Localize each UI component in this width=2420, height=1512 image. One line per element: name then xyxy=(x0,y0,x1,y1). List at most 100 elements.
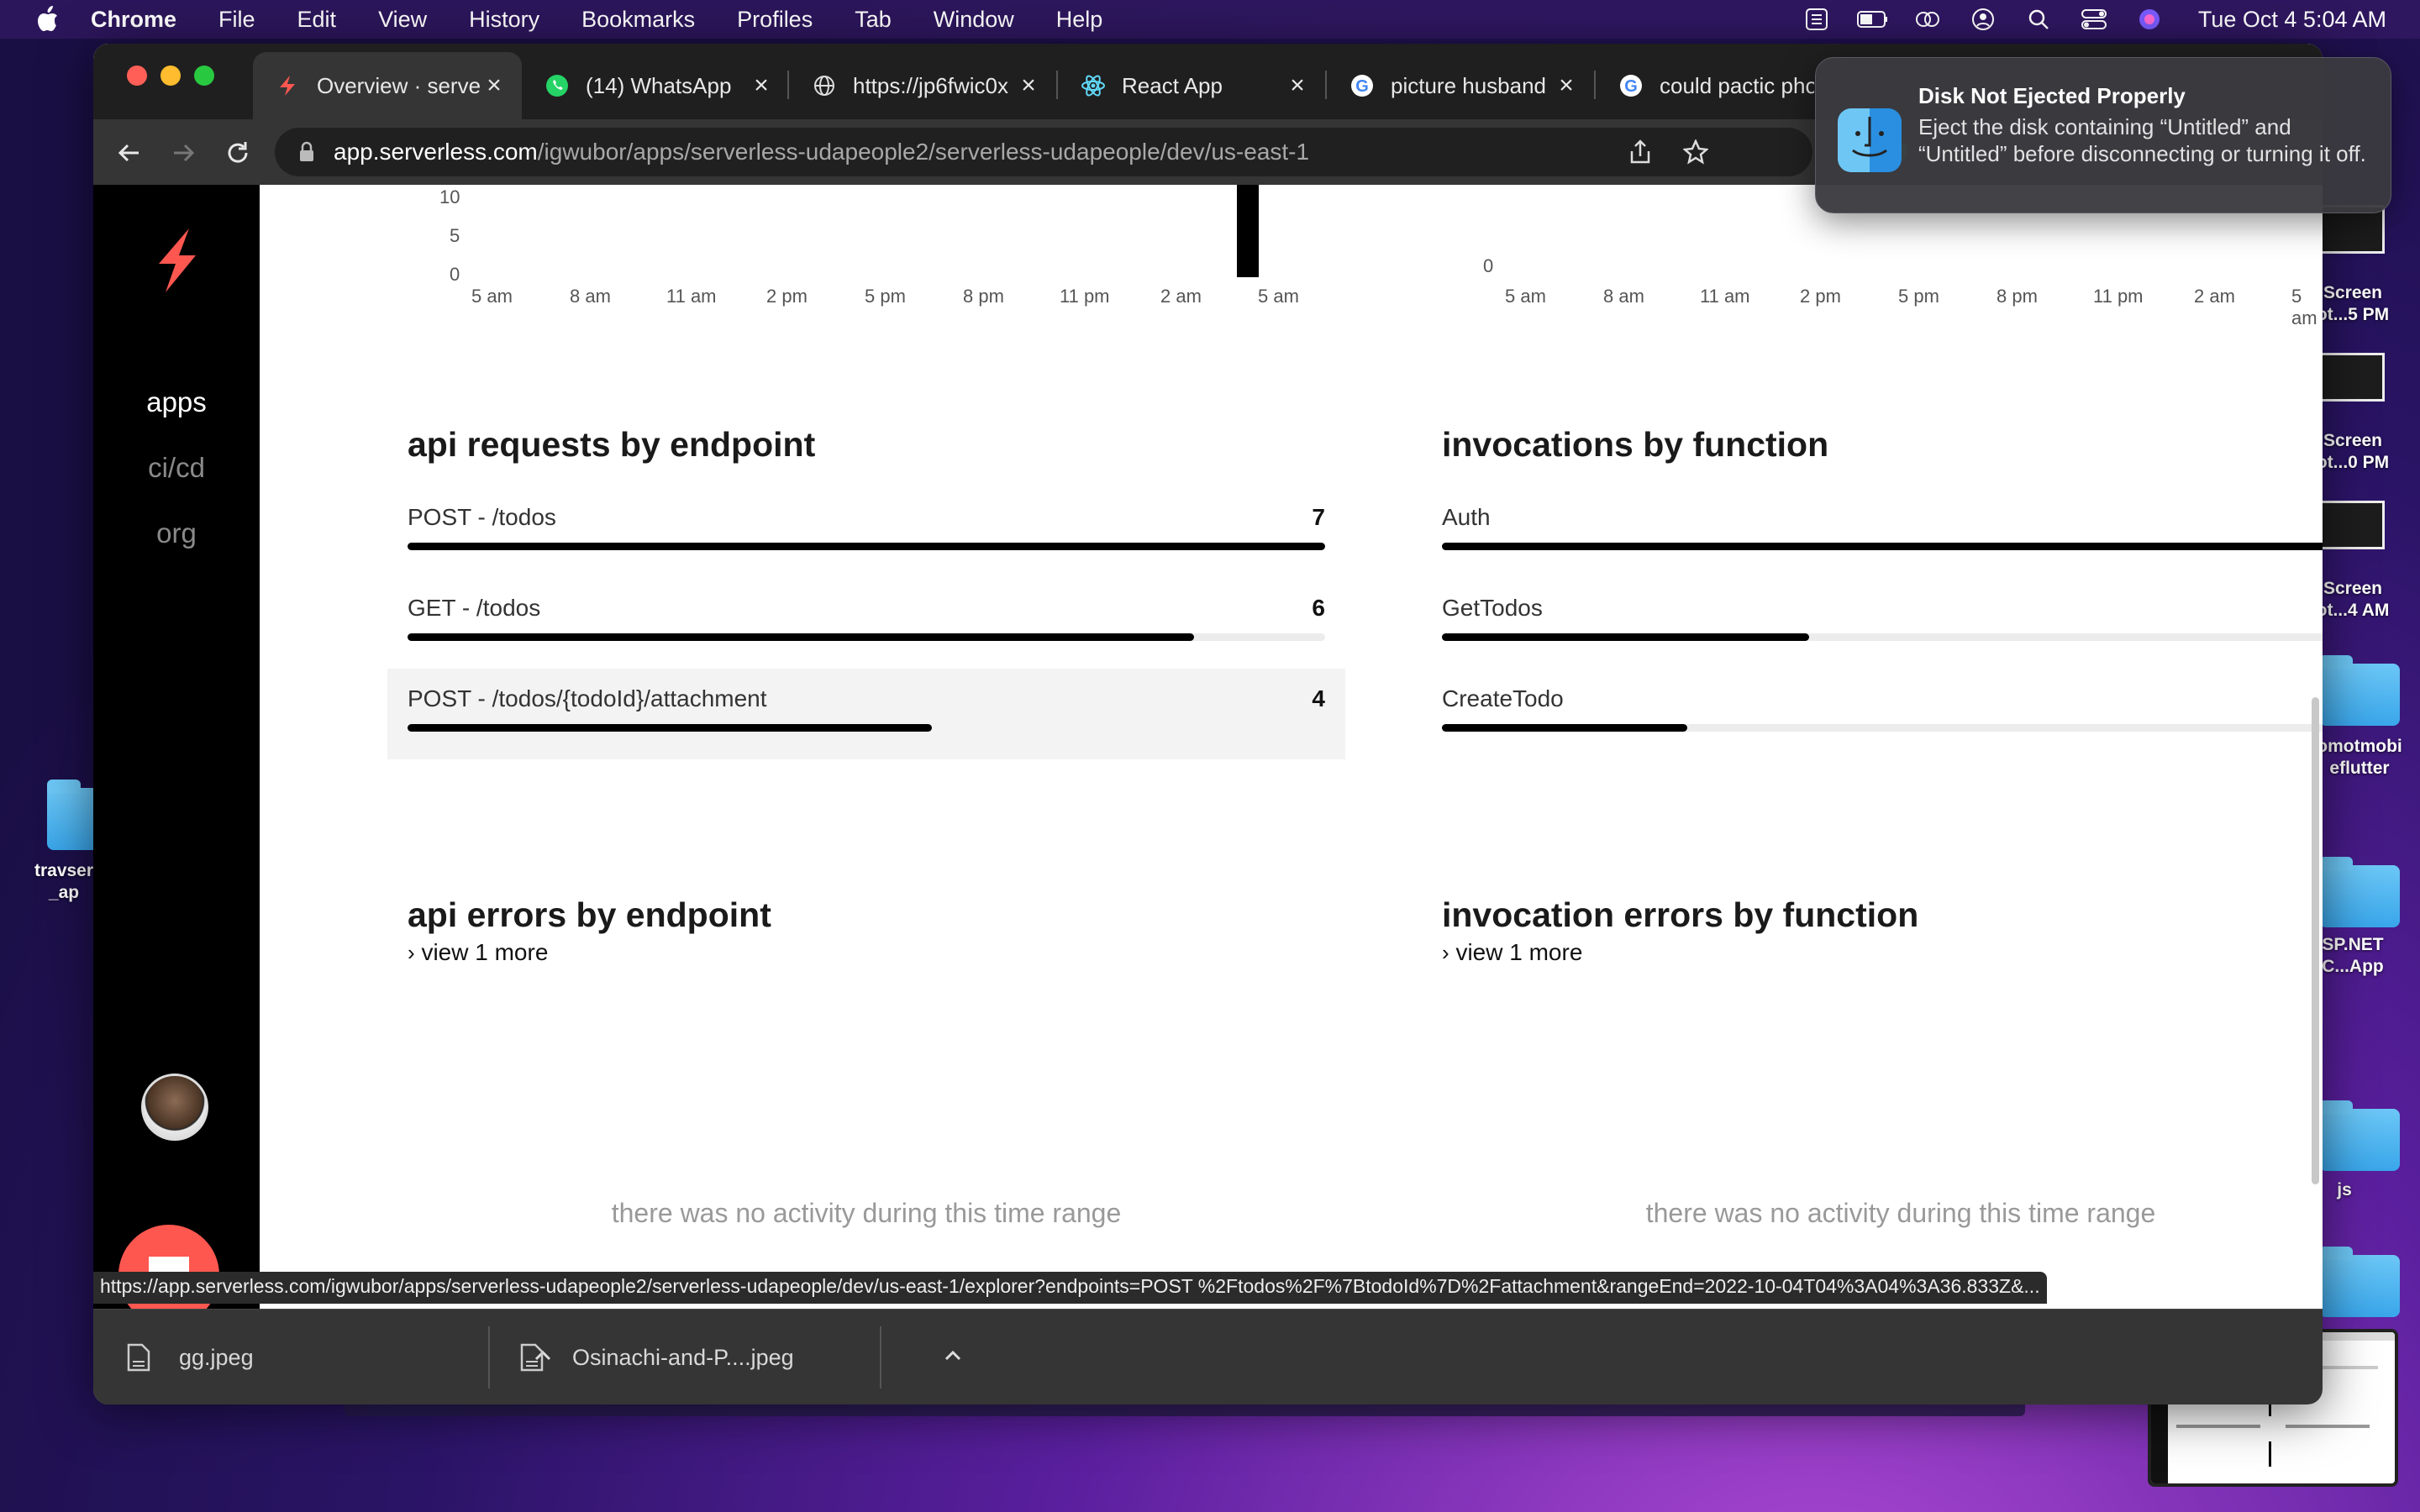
close-tab-icon[interactable]: × xyxy=(1554,73,1579,98)
menu-view[interactable]: View xyxy=(378,7,427,33)
search-icon[interactable] xyxy=(2023,7,2054,32)
share-icon[interactable] xyxy=(1626,138,1655,166)
function-row[interactable]: Auth 15 xyxy=(1442,487,2323,578)
desktop-folder-label[interactable]: omotmobi eflutter xyxy=(2309,736,2410,780)
progress-fill xyxy=(408,543,1325,550)
function-row[interactable]: CreateTodo 4 xyxy=(1442,669,2323,759)
lock-icon[interactable] xyxy=(298,140,318,164)
desktop-screenshot-thumb[interactable] xyxy=(2316,501,2385,549)
endpoint-row[interactable]: GET - /todos 6 xyxy=(408,578,1325,669)
x-tick: 5 am xyxy=(2291,286,2317,328)
desktop-folder-icon[interactable] xyxy=(2319,655,2400,726)
menu-profiles[interactable]: Profiles xyxy=(737,7,813,33)
x-tick: 2 pm xyxy=(766,286,808,307)
page-scrollbar[interactable] xyxy=(2312,697,2319,1184)
tab-react-app[interactable]: React App × xyxy=(1058,52,1325,119)
serverless-dashboard: apps ci/cd org 10 5 0 5 am 8 am 11 am 2 … xyxy=(93,185,2323,1404)
x-tick: 5 am xyxy=(1258,286,1299,307)
menu-history[interactable]: History xyxy=(469,7,539,33)
forward-button[interactable] xyxy=(166,134,203,171)
battery-icon[interactable] xyxy=(1856,7,1887,32)
input-method-icon[interactable] xyxy=(1802,7,1832,32)
endpoint-row[interactable]: POST - /todos/{todoId}/attachment 4 xyxy=(387,669,1345,759)
progress-track xyxy=(408,633,1325,641)
apple-icon[interactable] xyxy=(32,4,62,34)
sidebar-item-apps[interactable]: apps xyxy=(93,386,260,418)
disk-not-ejected-notification[interactable]: Disk Not Ejected Properly Eject the disk… xyxy=(1815,57,2391,213)
close-tab-icon[interactable]: × xyxy=(481,73,507,98)
function-label: GetTodos xyxy=(1442,595,1543,621)
fullscreen-window-button[interactable] xyxy=(194,66,214,86)
sidebar-item-org[interactable]: org xyxy=(93,517,260,549)
menu-help[interactable]: Help xyxy=(1056,7,1103,33)
progress-fill xyxy=(408,633,1194,641)
minimize-window-button[interactable] xyxy=(160,66,181,86)
google-icon: G xyxy=(1349,72,1376,99)
menu-bookmarks[interactable]: Bookmarks xyxy=(581,7,695,33)
tab-picture-husband[interactable]: G picture husband × xyxy=(1327,52,1594,119)
menu-tab[interactable]: Tab xyxy=(855,7,892,33)
view-more-endpoints-link[interactable]: › view 1 more xyxy=(408,939,548,966)
x-tick: 5 pm xyxy=(1898,286,1939,307)
x-tick: 2 am xyxy=(1160,286,1202,307)
svg-text:G: G xyxy=(1624,77,1638,96)
chevron-up-icon[interactable] xyxy=(940,1343,965,1368)
chart-bar[interactable] xyxy=(1237,185,1259,277)
menu-window[interactable]: Window xyxy=(934,7,1014,33)
tab-whatsapp[interactable]: (14) WhatsApp × xyxy=(522,52,789,119)
sidebar-item-cicd[interactable]: ci/cd xyxy=(93,452,260,484)
tab-overview-serverless[interactable]: Overview · serverless × xyxy=(253,52,522,119)
progress-fill xyxy=(408,724,932,732)
desktop-folder-icon[interactable] xyxy=(2319,1100,2400,1171)
y-tick: 0 xyxy=(450,264,460,285)
menu-app-chrome[interactable]: Chrome xyxy=(91,7,176,33)
notification-title: Disk Not Ejected Properly xyxy=(1918,83,2186,108)
close-window-button[interactable] xyxy=(127,66,147,86)
file-icon xyxy=(520,1343,544,1372)
avatar[interactable] xyxy=(141,1074,208,1141)
tab-label: React App xyxy=(1122,72,1223,98)
tab-could-pactic-pho[interactable]: G could pactic pho xyxy=(1596,52,1814,119)
x-tick: 8 pm xyxy=(1996,286,2038,307)
tab-label: could pactic pho xyxy=(1660,72,1814,98)
download-item[interactable]: Osinachi-and-P....jpeg xyxy=(520,1310,961,1404)
invocation-errors-empty-message: there was no activity during this time r… xyxy=(1645,1198,2156,1228)
desktop-screenshot-thumb[interactable] xyxy=(2316,353,2385,402)
tab-label: picture husband xyxy=(1391,72,1547,98)
user-icon[interactable] xyxy=(1968,7,1998,32)
x-tick: 11 pm xyxy=(1060,286,1110,307)
x-tick: 5 pm xyxy=(865,286,906,307)
function-row[interactable]: GetTodos 6 xyxy=(1442,578,2323,669)
siri-icon[interactable] xyxy=(2134,7,2165,32)
menubar-clock[interactable]: Tue Oct 4 5:04 AM xyxy=(2198,7,2386,33)
x-tick: 8 am xyxy=(570,286,611,307)
desktop-folder-icon[interactable] xyxy=(2319,1247,2400,1317)
menu-edit[interactable]: Edit xyxy=(297,7,337,33)
view-more-functions-link[interactable]: › view 1 more xyxy=(1442,939,1582,966)
control-center-icon[interactable] xyxy=(2079,7,2109,32)
tab-jp6fwic0x[interactable]: https://jp6fwic0x × xyxy=(789,52,1056,119)
menubar-status-area: Tue Oct 4 5:04 AM xyxy=(1802,0,2420,39)
close-tab-icon[interactable]: × xyxy=(1016,73,1041,98)
back-button[interactable] xyxy=(110,134,147,171)
close-tab-icon[interactable]: × xyxy=(1285,73,1310,98)
api-errors-title: api errors by endpoint xyxy=(408,895,771,934)
download-item[interactable]: gg.jpeg xyxy=(127,1310,555,1404)
bookmark-star-icon[interactable] xyxy=(1681,138,1710,166)
chrome-window: Overview · serverless × (14) WhatsApp × … xyxy=(93,44,2323,1404)
address-bar[interactable]: app.serverless.com /igwubor/apps/serverl… xyxy=(275,128,1812,176)
close-tab-icon[interactable]: × xyxy=(749,73,774,98)
endpoint-count: 4 xyxy=(1312,685,1325,711)
progress-fill xyxy=(1442,724,1687,732)
desktop-folder-icon[interactable] xyxy=(2319,857,2400,927)
url-host: app.serverless.com xyxy=(334,139,538,165)
x-tick: 8 pm xyxy=(963,286,1004,307)
menu-file[interactable]: File xyxy=(218,7,255,33)
endpoint-label: POST - /todos/{todoId}/attachment xyxy=(408,685,767,711)
serverless-logo-icon[interactable] xyxy=(152,227,203,294)
link-icon[interactable] xyxy=(1912,7,1943,32)
download-separator xyxy=(488,1326,490,1389)
endpoint-label: POST - /todos xyxy=(408,504,556,530)
reload-button[interactable] xyxy=(219,134,256,171)
endpoint-row[interactable]: POST - /todos 7 xyxy=(408,487,1325,578)
